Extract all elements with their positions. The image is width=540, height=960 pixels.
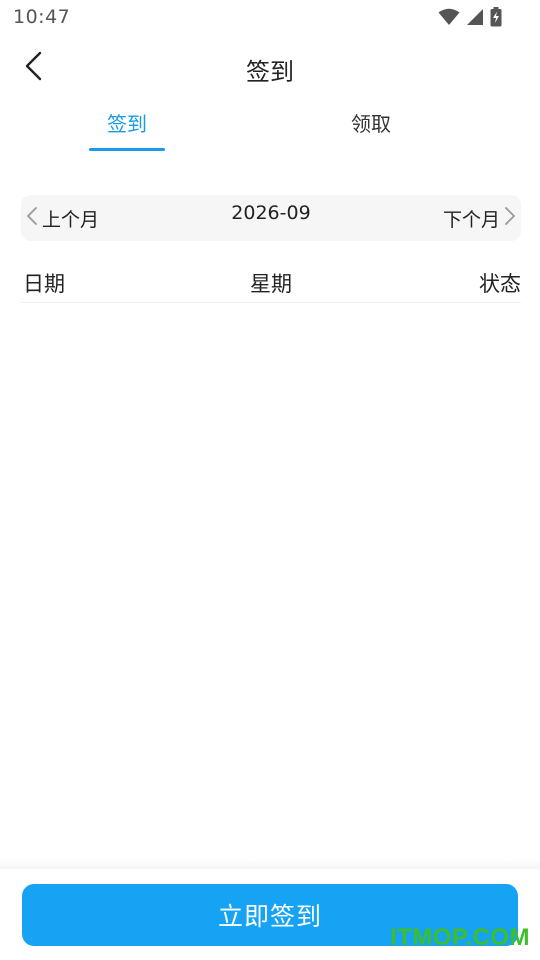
tab-claim[interactable]: 领取: [333, 108, 409, 152]
sign-in-table-header: 日期 星期 状态: [21, 266, 521, 303]
status-bar: 10:47: [0, 0, 540, 36]
tab-sign-in-label: 签到: [107, 112, 147, 136]
month-navigator: 上个月 2026-09 下个月: [21, 195, 521, 241]
cell-signal-icon: [466, 8, 484, 26]
next-month-label: 下个月: [442, 208, 500, 231]
status-icons: [438, 6, 502, 28]
tab-sign-in[interactable]: 签到: [89, 108, 165, 152]
wifi-icon: [438, 8, 460, 26]
chevron-right-small-icon: [504, 206, 516, 231]
active-tab-indicator: [89, 148, 165, 151]
status-time: 10:47: [13, 6, 71, 28]
tab-claim-label: 领取: [351, 112, 391, 136]
page-title: 签到: [246, 58, 294, 86]
next-month-button[interactable]: 下个月: [443, 195, 516, 241]
header: 签到: [0, 40, 540, 96]
tab-bar: 签到 领取: [0, 108, 540, 156]
column-header-status: 状态: [479, 272, 521, 296]
watermark-logo: ITMOP.COM: [389, 924, 530, 951]
sign-in-screen: 10:47 签到 签到 领取 上个月 2026-09 下个月 日期 星期 状态 …: [0, 0, 540, 960]
battery-charging-icon: [490, 7, 502, 27]
column-header-weekday: 星期: [250, 272, 292, 296]
